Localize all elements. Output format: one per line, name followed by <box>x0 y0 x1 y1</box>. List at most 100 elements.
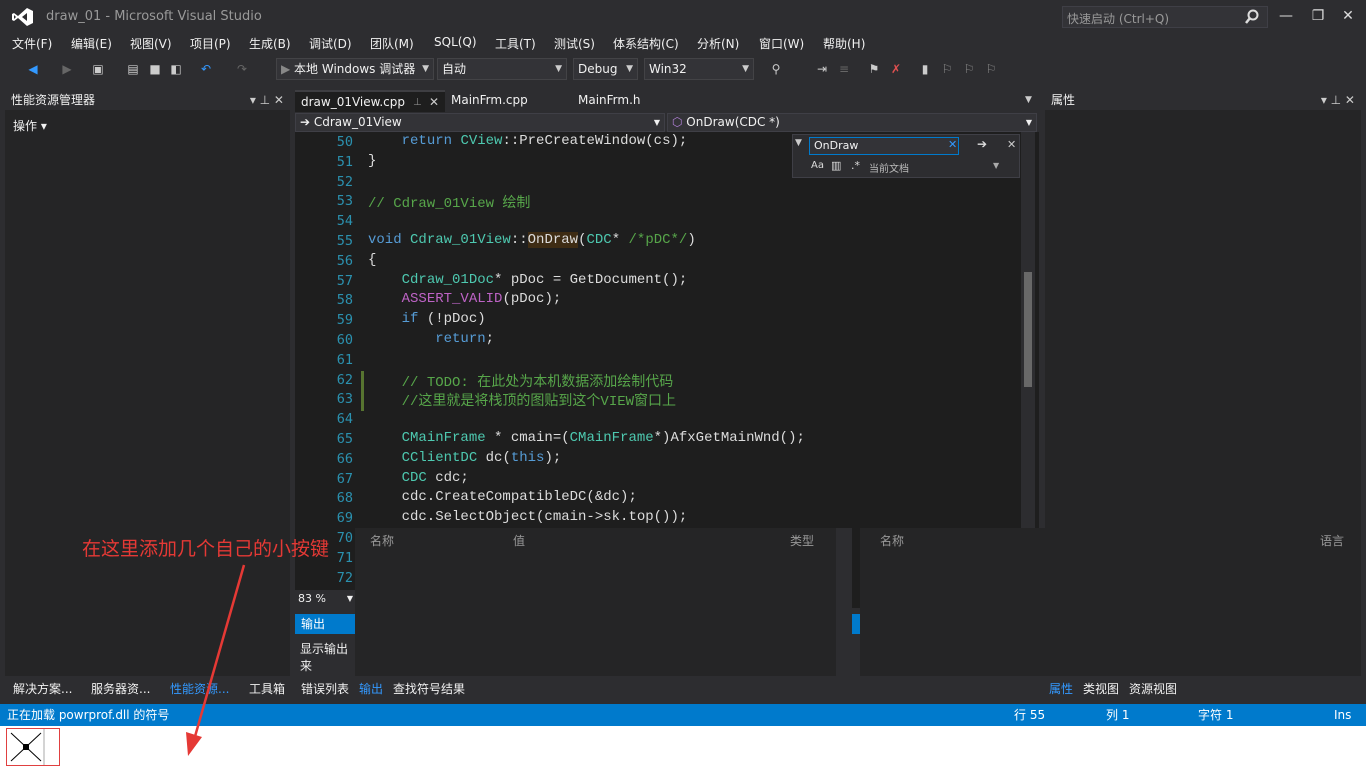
pin-icon[interactable]: ⊥ <box>413 92 422 113</box>
menu-view[interactable]: 视图(V) <box>130 35 172 52</box>
menu-architecture[interactable]: 体系结构(C) <box>613 35 679 52</box>
whole-word-icon[interactable]: ▥ <box>831 159 841 172</box>
code-line[interactable]: void Cdraw_01View::OnDraw(CDC* /*pDC*/) <box>368 232 696 248</box>
code-line[interactable]: ASSERT_VALID(pDoc); <box>368 291 562 307</box>
bookmark-icon[interactable]: ▮ <box>918 59 932 79</box>
member-dropdown[interactable]: ⬡ OnDraw(CDC *) ▼ <box>667 113 1037 132</box>
tab-properties[interactable]: 属性 <box>1049 680 1073 697</box>
member-label: OnDraw(CDC *) <box>686 115 780 129</box>
back-icon[interactable]: ◀ <box>24 59 42 79</box>
forward-icon[interactable]: ▶ <box>60 59 74 79</box>
menu-window[interactable]: 窗口(W) <box>759 35 804 52</box>
expand-icon[interactable]: ▼ <box>795 138 802 148</box>
code-line[interactable]: //这里就是将栈顶的图贴到这个VIEW窗口上 <box>368 390 676 410</box>
tab-class-view[interactable]: 类视图 <box>1083 680 1119 697</box>
code-line[interactable]: // TODO: 在此处为本机数据添加绘制代码 <box>368 371 674 391</box>
custom-button-slot[interactable] <box>6 728 60 766</box>
panel-controls-icon[interactable]: ▾ ⊥ ✕ <box>1321 90 1355 110</box>
code-line[interactable]: CDC cdc; <box>368 470 469 486</box>
code-line[interactable]: { <box>368 252 376 268</box>
find-input[interactable]: OnDraw <box>809 137 959 155</box>
quick-launch-input[interactable]: 快速启动 (Ctrl+Q) <box>1062 6 1268 28</box>
undo-icon[interactable]: ↶ <box>198 59 214 79</box>
regex-icon[interactable]: .* <box>851 159 860 172</box>
menu-project[interactable]: 项目(P) <box>190 35 231 52</box>
output-source[interactable]: 显示输出来 <box>300 640 356 673</box>
search-icon[interactable] <box>1244 9 1260 25</box>
open-file-icon[interactable]: ▤ <box>126 59 140 79</box>
tab-find-symbol-results[interactable]: 查找符号结果 <box>393 680 465 697</box>
code-line[interactable]: Cdraw_01Doc* pDoc = GetDocument(); <box>368 272 688 288</box>
minimize-button[interactable]: — <box>1274 6 1298 26</box>
code-line[interactable]: cdc.SelectObject(cmain->sk.top()); <box>368 509 688 525</box>
tab-mainfrm-h[interactable]: MainFrm.h <box>572 90 672 112</box>
bookmark-clear-icon[interactable]: ✗ <box>888 59 904 79</box>
platform-dropdown[interactable]: Win32 ▼ <box>644 58 754 80</box>
panel-controls-icon[interactable]: ▾ ⊥ ✕ <box>250 90 284 110</box>
save-all-icon[interactable]: ◧ <box>168 59 184 79</box>
match-case-icon[interactable]: Aa <box>811 160 824 171</box>
menu-sql[interactable]: SQL(Q) <box>434 35 477 49</box>
find-next-icon[interactable]: ➔ <box>977 137 987 151</box>
actions-menu[interactable]: 操作 ▾ <box>5 110 290 141</box>
close-button[interactable]: ✕ <box>1336 6 1360 26</box>
tab-mainfrm-cpp[interactable]: MainFrm.cpp <box>445 90 565 112</box>
menu-help[interactable]: 帮助(H) <box>823 35 865 52</box>
prev-bookmark-icon[interactable]: ⚐ <box>940 59 954 79</box>
code-line[interactable]: // Cdraw_01View 绘制 <box>368 192 530 212</box>
status-insert-mode: Ins <box>1334 708 1352 722</box>
menu-analyze[interactable]: 分析(N) <box>697 35 739 52</box>
menu-debug[interactable]: 调试(D) <box>309 35 352 52</box>
tab-server-explorer[interactable]: 服务器资... <box>91 680 150 697</box>
indent-icon[interactable]: ≡ <box>836 59 852 79</box>
clear-bookmarks-icon[interactable]: ⚐ <box>984 59 998 79</box>
tab-draw01view-cpp[interactable]: draw_01View.cpp ⊥ ✕ <box>295 90 445 112</box>
attach-icon[interactable]: ⚲ <box>768 59 784 79</box>
code-line[interactable]: return; <box>368 331 494 347</box>
code-line[interactable]: cdc.CreateCompatibleDC(&dc); <box>368 489 637 505</box>
save-icon[interactable]: ■ <box>148 59 162 79</box>
code-line[interactable]: } <box>368 153 376 169</box>
menu-test[interactable]: 测试(S) <box>554 35 595 52</box>
find-scope[interactable]: 当前文档 <box>869 160 909 175</box>
code-line[interactable]: if (!pDoc) <box>368 311 486 327</box>
vertical-scrollbar[interactable] <box>1021 132 1035 528</box>
cross-point-icon <box>10 729 45 765</box>
config-dropdown[interactable]: Debug ▼ <box>573 58 638 80</box>
code-line[interactable]: CMainFrame * cmain=(CMainFrame*)AfxGetMa… <box>368 430 805 446</box>
class-dropdown[interactable]: ➔ Cdraw_01View ▼ <box>295 113 665 132</box>
debugger-dropdown[interactable]: ▶ 本地 Windows 调试器 ▼ <box>276 58 434 80</box>
zoom-dropdown[interactable]: 83 % ▼ <box>295 590 355 608</box>
tab-resource-view[interactable]: 资源视图 <box>1129 680 1177 697</box>
close-icon[interactable]: ✕ <box>1007 138 1016 151</box>
line-number: 57 <box>336 272 353 289</box>
line-number: 64 <box>336 411 353 428</box>
splitter-handle[interactable] <box>852 614 860 634</box>
close-icon[interactable]: ✕ <box>429 92 439 113</box>
menu-tools[interactable]: 工具(T) <box>495 35 536 52</box>
solution-config-dropdown[interactable]: 自动 ▼ <box>437 58 567 80</box>
new-project-icon[interactable]: ▣ <box>90 59 106 79</box>
tab-solution-explorer[interactable]: 解决方案... <box>13 680 72 697</box>
redo-icon[interactable]: ↷ <box>234 59 250 79</box>
next-bookmark-icon[interactable]: ⚐ <box>962 59 976 79</box>
bookmark-add-icon[interactable]: ⚑ <box>866 59 882 79</box>
clear-icon[interactable]: ✕ <box>948 138 957 151</box>
change-marker <box>361 371 364 411</box>
code-line[interactable]: CClientDC dc(this); <box>368 450 562 466</box>
maximize-button[interactable]: ❐ <box>1306 6 1330 26</box>
step-icon[interactable]: ⇥ <box>814 59 830 79</box>
grid-scrollbar[interactable] <box>836 528 852 676</box>
scrollbar-thumb[interactable] <box>1024 272 1032 387</box>
output-tab[interactable]: 输出 <box>295 614 355 634</box>
code-line[interactable]: return CView::PreCreateWindow(cs); <box>368 133 688 149</box>
window-title: draw_01 - Microsoft Visual Studio <box>46 9 262 24</box>
tab-overflow-icon[interactable]: ▼ <box>1019 90 1035 112</box>
menu-edit[interactable]: 编辑(E) <box>71 35 112 52</box>
menu-file[interactable]: 文件(F) <box>12 35 52 52</box>
tab-output[interactable]: 输出 <box>359 680 383 697</box>
menu-team[interactable]: 团队(M) <box>370 35 414 52</box>
tab-error-list[interactable]: 错误列表 <box>301 680 349 697</box>
menu-build[interactable]: 生成(B) <box>249 35 291 52</box>
chevron-down-icon[interactable]: ▼ <box>993 161 999 170</box>
